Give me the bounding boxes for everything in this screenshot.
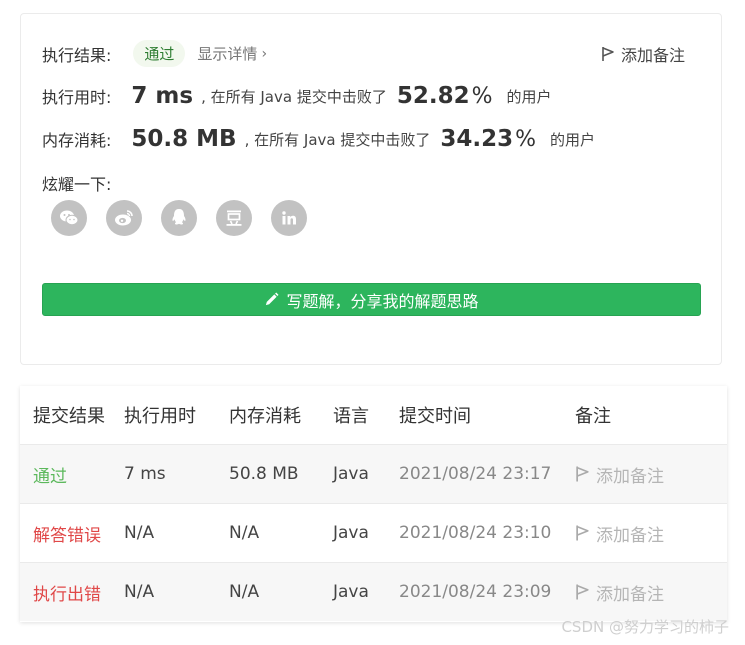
runtime-percent: 52.82: [396, 83, 470, 109]
write-solution-button[interactable]: 写题解，分享我的解题思路: [42, 283, 701, 316]
row-status-link[interactable]: 执行出错: [20, 580, 124, 605]
row-add-note-label: 添加备注: [596, 466, 664, 487]
memory-row: 内存消耗: 50.8 MB , 在所有 Java 提交中击败了 34.23 % …: [42, 126, 595, 152]
row-language: Java: [333, 523, 369, 543]
wechat-icon[interactable]: [51, 200, 87, 236]
table-header: 提交结果 执行用时 内存消耗 语言 提交时间 备注: [20, 386, 727, 444]
weibo-glyph: [115, 210, 133, 226]
row-add-note-button[interactable]: 添加备注: [575, 521, 727, 546]
header-time: 提交时间: [399, 406, 471, 427]
result-row: 执行结果: 通过 显示详情 ›: [42, 40, 267, 67]
add-note-label: 添加备注: [620, 46, 685, 65]
row-add-note-button[interactable]: 添加备注: [575, 462, 727, 487]
memory-percent: 34.23: [440, 126, 514, 152]
row-time: 2021/08/24 23:17: [399, 464, 552, 484]
memory-beat-text: , 在所有 Java 提交中击败了: [244, 130, 431, 149]
table-row: 通过 7 ms 50.8 MB Java 2021/08/24 23:17 添加…: [20, 444, 727, 503]
result-label: 执行结果:: [42, 45, 112, 65]
add-note-button[interactable]: 添加备注: [601, 42, 685, 66]
flag-icon: [602, 47, 614, 61]
row-memory: N/A: [229, 523, 260, 543]
row-memory: N/A: [229, 582, 260, 602]
row-runtime: N/A: [124, 523, 155, 543]
chevron-right-icon: ›: [261, 45, 268, 62]
linkedin-glyph: [282, 211, 296, 225]
runtime-users-text: 的用户: [506, 87, 552, 106]
pencil-icon: [266, 292, 280, 306]
memory-label: 内存消耗:: [42, 131, 112, 150]
qq-icon[interactable]: [161, 200, 197, 236]
submissions-table: 提交结果 执行用时 内存消耗 语言 提交时间 备注 通过 7 ms 50.8 M…: [20, 386, 727, 622]
row-memory: 50.8 MB: [229, 464, 299, 484]
row-language: Java: [333, 464, 369, 484]
row-runtime: 7 ms: [124, 464, 166, 484]
runtime-value: 7 ms: [131, 83, 194, 109]
runtime-row: 执行用时: 7 ms , 在所有 Java 提交中击败了 52.82 % 的用户: [42, 83, 552, 109]
row-time: 2021/08/24 23:10: [399, 523, 552, 543]
row-add-note-label: 添加备注: [596, 584, 664, 605]
header-language: 语言: [333, 406, 369, 427]
memory-users-text: 的用户: [550, 130, 596, 149]
douban-glyph: [226, 210, 242, 226]
flag-icon: [576, 525, 589, 541]
header-runtime: 执行用时: [124, 406, 196, 427]
douban-icon[interactable]: [216, 200, 252, 236]
row-status-link[interactable]: 通过: [20, 462, 124, 487]
runtime-label: 执行用时:: [42, 88, 112, 107]
row-time: 2021/08/24 23:09: [399, 582, 552, 602]
watermark: CSDN @努力学习的柿子: [561, 618, 729, 636]
qq-glyph: [172, 209, 186, 225]
weibo-icon[interactable]: [106, 200, 142, 236]
row-status-link[interactable]: 解答错误: [20, 521, 124, 546]
wechat-glyph: [60, 210, 79, 226]
linkedin-icon[interactable]: [271, 200, 307, 236]
row-language: Java: [333, 582, 369, 602]
header-note: 备注: [575, 406, 611, 427]
header-memory: 内存消耗: [229, 406, 301, 427]
table-row: 执行出错 N/A N/A Java 2021/08/24 23:09 添加备注: [20, 562, 727, 621]
row-add-note-label: 添加备注: [596, 525, 664, 546]
memory-value: 50.8 MB: [131, 126, 237, 152]
runtime-percent-symbol: %: [471, 83, 493, 109]
row-runtime: N/A: [124, 582, 155, 602]
memory-percent-symbol: %: [515, 126, 537, 152]
row-add-note-button[interactable]: 添加备注: [575, 580, 727, 605]
show-details-link[interactable]: 显示详情 ›: [197, 43, 267, 64]
flag-icon: [576, 584, 589, 600]
show-details-label: 显示详情: [197, 45, 258, 63]
result-status-badge: 通过: [133, 40, 186, 67]
share-label: 炫耀一下:: [42, 175, 112, 194]
share-row: 炫耀一下:: [42, 171, 111, 195]
table-row: 解答错误 N/A N/A Java 2021/08/24 23:10 添加备注: [20, 503, 727, 562]
runtime-beat-text: , 在所有 Java 提交中击败了: [201, 87, 387, 106]
share-icons: [51, 200, 307, 236]
header-status: 提交结果: [33, 406, 105, 427]
flag-icon: [576, 466, 589, 482]
submission-result-card: 执行结果: 通过 显示详情 › 添加备注 执行用时: 7 ms , 在所有 Ja…: [20, 13, 722, 365]
write-solution-label: 写题解，分享我的解题思路: [286, 291, 479, 311]
